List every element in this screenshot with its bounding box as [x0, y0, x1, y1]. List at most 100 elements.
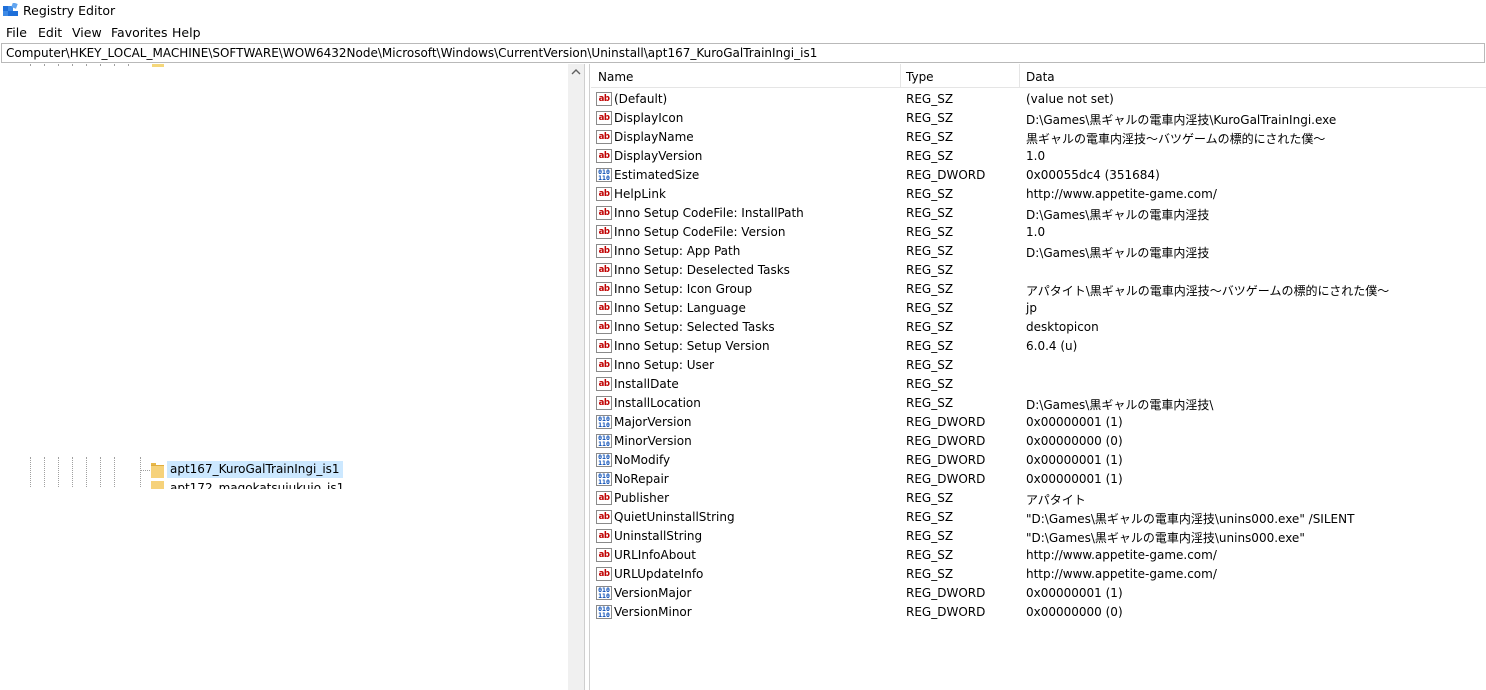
value-row[interactable]: ab Inno Setup CodeFile: InstallPath REG_SZ… [591, 204, 1486, 223]
value-row[interactable]: 010 110 NoModify REG_DWORD 0x00000001 (1) [591, 451, 1486, 470]
menu-help[interactable]: Help [172, 25, 201, 40]
binary-value-icon: 010 110 [596, 472, 612, 486]
value-type: REG_DWORD [906, 586, 986, 600]
value-type: REG_SZ [906, 244, 954, 258]
value-row[interactable]: ab URLUpdateInfo REG_SZ http://www.appetite… [591, 565, 1486, 584]
value-data: 1.0 [1026, 225, 1046, 239]
value-row[interactable]: ab DisplayName REG_SZ 黒ギャルの電車内淫技～バツゲームの標的にさ… [591, 128, 1486, 147]
string-value-icon: ab [596, 320, 612, 334]
string-value-icon: ab [596, 567, 612, 581]
value-row[interactable]: ab Inno Setup: App Path REG_SZ D:\Games\黒ギャ… [591, 242, 1486, 261]
value-row[interactable]: ab InstallDate REG_SZ [591, 375, 1486, 394]
value-type: REG_SZ [906, 92, 954, 106]
address-bar[interactable]: Computer\HKEY_LOCAL_MACHINE\SOFTWARE\WOW… [1, 43, 1485, 63]
value-data: "D:\Games\黒ギャルの電車内淫技\unins000.exe" [1026, 531, 1305, 545]
value-type: REG_SZ [906, 263, 954, 277]
value-data: 黒ギャルの電車内淫技～バツゲームの標的にされた僕～ [1026, 132, 1326, 146]
value-row[interactable]: 010 110 MajorVersion REG_DWORD 0x00000001 (1… [591, 413, 1486, 432]
value-data: 0x00000001 (1) [1026, 586, 1123, 600]
pane-splitter[interactable] [585, 64, 590, 690]
menu-favorites[interactable]: Favorites [111, 25, 167, 40]
binary-value-icon: 010 110 [596, 434, 612, 448]
column-divider[interactable] [900, 64, 901, 88]
menu-edit[interactable]: Edit [38, 25, 62, 40]
value-type: REG_SZ [906, 529, 954, 543]
value-name: InstallDate [614, 377, 679, 391]
value-name: VersionMajor [614, 586, 692, 600]
value-row[interactable]: ab Inno Setup: Deselected Tasks REG_SZ [591, 261, 1486, 280]
value-name: MinorVersion [614, 434, 692, 448]
column-divider[interactable] [1019, 64, 1020, 88]
value-name: Inno Setup: Setup Version [614, 339, 770, 353]
value-type: REG_DWORD [906, 605, 986, 619]
values-list-pane[interactable]: Name Type Data ab (Default) REG_SZ (value n… [591, 64, 1486, 690]
value-row[interactable]: ab QuietUninstallString REG_SZ "D:\Games\黒ギ… [591, 508, 1486, 527]
value-row[interactable]: ab Inno Setup: User REG_SZ [591, 356, 1486, 375]
value-row[interactable]: 010 110 MinorVersion REG_DWORD 0x00000000 (0… [591, 432, 1486, 451]
column-header-type[interactable]: Type [906, 64, 934, 88]
value-row[interactable]: ab Inno Setup: Icon Group REG_SZ アパタイト\黒ギャル… [591, 280, 1486, 299]
value-type: REG_SZ [906, 320, 954, 334]
menu-view[interactable]: View [72, 25, 102, 40]
menu-bar: File Edit View Favorites Help [0, 22, 1486, 42]
value-row[interactable]: ab UninstallString REG_SZ "D:\Games\黒ギャルの電車… [591, 527, 1486, 546]
value-row[interactable]: ab InstallLocation REG_SZ D:\Games\黒ギャルの電車内… [591, 394, 1486, 413]
value-row[interactable]: ab Inno Setup: Selected Tasks REG_SZ deskto… [591, 318, 1486, 337]
value-row[interactable]: ab Publisher REG_SZ アパタイト [591, 489, 1486, 508]
column-header-name[interactable]: Name [598, 64, 633, 88]
value-data: 0x00000000 (0) [1026, 605, 1123, 619]
string-value-icon: ab [596, 510, 612, 524]
value-data: 0x00055dc4 (351684) [1026, 168, 1160, 182]
value-data: 0x00000001 (1) [1026, 415, 1123, 429]
value-row[interactable]: 010 110 VersionMinor REG_DWORD 0x00000000 (0… [591, 603, 1486, 622]
value-row[interactable]: ab DisplayVersion REG_SZ 1.0 [591, 147, 1486, 166]
string-value-icon: ab [596, 529, 612, 543]
value-row[interactable]: 010 110 EstimatedSize REG_DWORD 0x00055dc4 (… [591, 166, 1486, 185]
value-type: REG_SZ [906, 301, 954, 315]
value-name: Inno Setup: Deselected Tasks [614, 263, 790, 277]
tree-node-label[interactable]: apt167_KuroGalTrainIngi_is1 [167, 461, 343, 478]
tree-node-label[interactable]: apt172_magokatsujukujo_is1 [170, 481, 344, 489]
value-row[interactable]: ab URLInfoAbout REG_SZ http://www.appetite-… [591, 546, 1486, 565]
binary-value-icon: 010 110 [596, 453, 612, 467]
value-data: D:\Games\黒ギャルの電車内淫技\KuroGalTrainIngi.exe [1026, 113, 1337, 127]
menu-file[interactable]: File [6, 25, 27, 40]
value-row[interactable]: ab Inno Setup: Setup Version REG_SZ 6.0.4 (… [591, 337, 1486, 356]
string-value-icon: ab [596, 548, 612, 562]
value-data: D:\Games\黒ギャルの電車内淫技\ [1026, 398, 1214, 412]
tree-scrollbar[interactable] [568, 64, 584, 690]
string-value-icon: ab [596, 339, 612, 353]
value-data: アパタイト\黒ギャルの電車内淫技～バツゲームの標的にされた僕～ [1026, 284, 1390, 298]
value-type: REG_SZ [906, 282, 954, 296]
binary-value-icon: 010 110 [596, 168, 612, 182]
value-data: desktopicon [1026, 320, 1099, 334]
string-value-icon: ab [596, 358, 612, 372]
address-path[interactable]: Computer\HKEY_LOCAL_MACHINE\SOFTWARE\WOW… [6, 46, 817, 60]
tree-node-next[interactable]: apt172_magokatsujukujo_is1 [151, 481, 351, 489]
string-value-icon: ab [596, 206, 612, 220]
binary-value-icon: 010 110 [596, 586, 612, 600]
value-type: REG_SZ [906, 111, 954, 125]
value-data: D:\Games\黒ギャルの電車内淫技 [1026, 208, 1210, 222]
string-value-icon: ab [596, 92, 612, 106]
string-value-icon: ab [596, 377, 612, 391]
value-row[interactable]: ab Inno Setup: Language REG_SZ jp [591, 299, 1486, 318]
string-value-icon: ab [596, 244, 612, 258]
value-row[interactable]: ab HelpLink REG_SZ http://www.appetite-game… [591, 185, 1486, 204]
key-tree-pane[interactable]: apt167_KuroGalTrainIngi_is1 apt172_magok… [0, 64, 585, 690]
column-header-data[interactable]: Data [1026, 64, 1055, 88]
value-row[interactable]: 010 110 VersionMajor REG_DWORD 0x00000001 (1… [591, 584, 1486, 603]
value-name: Inno Setup CodeFile: Version [614, 225, 786, 239]
scroll-up-arrow-icon[interactable] [571, 68, 581, 76]
value-data: 6.0.4 (u) [1026, 339, 1078, 353]
value-name: QuietUninstallString [614, 510, 735, 524]
regedit-icon [3, 3, 18, 16]
value-row[interactable]: ab (Default) REG_SZ (value not set) [591, 90, 1486, 109]
value-row[interactable]: 010 110 NoRepair REG_DWORD 0x00000001 (1) [591, 470, 1486, 489]
value-type: REG_DWORD [906, 415, 986, 429]
string-value-icon: ab [596, 149, 612, 163]
value-name: EstimatedSize [614, 168, 700, 182]
value-row[interactable]: ab DisplayIcon REG_SZ D:\Games\黒ギャルの電車内淫技\K… [591, 109, 1486, 128]
string-value-icon: ab [596, 491, 612, 505]
value-row[interactable]: ab Inno Setup CodeFile: Version REG_SZ 1.0 [591, 223, 1486, 242]
